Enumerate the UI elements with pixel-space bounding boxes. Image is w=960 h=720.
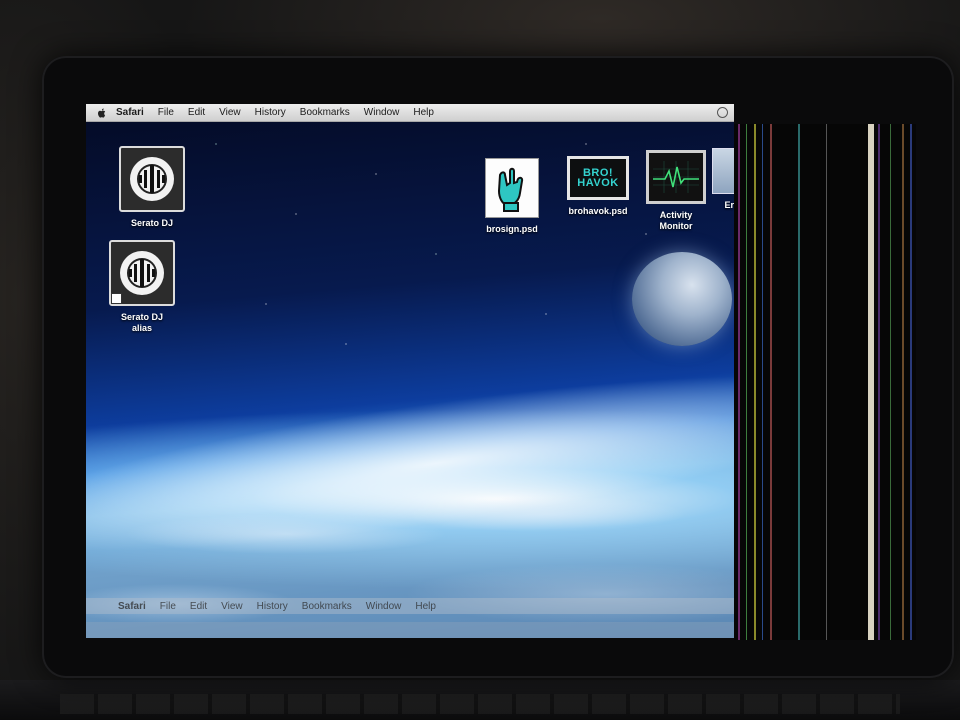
vertical-line-artifact (890, 124, 891, 640)
icon-label-line2: alias (131, 323, 153, 333)
serato-dj-alias-icon (109, 240, 175, 306)
vertical-line-artifact (762, 124, 763, 640)
desktop-screen: Safari File Edit View History Bookmarks … (86, 104, 734, 638)
desktop-icon-serato-dj-alias[interactable]: Serato DJ alias (94, 240, 190, 334)
ghost-menu-bar-artifact: Safari File Edit View History Bookmarks … (86, 598, 734, 614)
moon-image (632, 252, 732, 346)
ghost-menu-bookmarks: Bookmarks (301, 600, 352, 612)
menu-app-name[interactable]: Safari (116, 107, 144, 118)
icon-label: Er (724, 200, 734, 210)
vertical-line-artifact (826, 124, 827, 640)
psd-file-icon (485, 158, 539, 218)
psd-file-icon: BRO! HAVOK (567, 156, 629, 200)
menu-bookmarks[interactable]: Bookmarks (300, 107, 350, 118)
serato-dj-icon (119, 146, 185, 212)
ghost-menu-help: Help (415, 600, 436, 612)
ghost-menu-edit: Edit (189, 600, 208, 612)
icon-label: Serato DJ alias (94, 312, 190, 334)
vertical-line-artifact (902, 124, 904, 640)
menu-status-area (717, 107, 728, 118)
icon-label-line1: Activity (659, 210, 693, 220)
menu-help[interactable]: Help (413, 107, 434, 118)
laptop-keyboard (0, 680, 960, 720)
menu-window[interactable]: Window (364, 107, 400, 118)
broken-display-region (734, 124, 916, 640)
partial-icon (712, 148, 734, 194)
desktop-icon-partial[interactable]: Er (690, 148, 734, 211)
apple-menu-icon[interactable] (96, 107, 108, 119)
icon-label: brosign.psd (486, 224, 538, 234)
vertical-line-artifact (910, 124, 912, 640)
menu-edit[interactable]: Edit (188, 107, 205, 118)
menu-bar: Safari File Edit View History Bookmarks … (86, 104, 734, 122)
menu-history[interactable]: History (255, 107, 286, 118)
desktop-icon-serato-dj[interactable]: Serato DJ (104, 146, 200, 229)
ghost-menu-view: View (221, 600, 243, 612)
shaka-hand-icon (497, 167, 524, 212)
vertical-line-artifact (798, 124, 800, 640)
keyboard-keys (60, 694, 900, 714)
icon-label-line2: Monitor (659, 221, 693, 231)
vertical-line-artifact (770, 124, 772, 640)
havok-art-text: HAVOK (577, 177, 619, 189)
vertical-line-artifact (746, 124, 747, 640)
icon-label-line1: Serato DJ (120, 312, 164, 322)
vertical-line-artifact (868, 124, 874, 640)
ghost-strip-artifact (86, 622, 734, 638)
earth-clouds (86, 484, 734, 638)
menu-file[interactable]: File (158, 107, 174, 118)
icon-label: Activity Monitor (628, 210, 724, 232)
vertical-line-artifact (878, 124, 880, 640)
desktop-icon-brosign-psd[interactable]: brosign.psd (464, 158, 560, 235)
alias-arrow-icon (111, 293, 122, 304)
vertical-line-artifact (738, 124, 740, 640)
ghost-menu-app-name: Safari (118, 600, 146, 612)
vertical-line-artifact (754, 124, 756, 640)
icon-label: Serato DJ (130, 218, 174, 228)
time-machine-icon[interactable] (717, 107, 728, 118)
ghost-menu-history: History (256, 600, 288, 612)
ghost-menu-file: File (159, 600, 176, 612)
ghost-menu-window: Window (365, 600, 402, 612)
menu-view[interactable]: View (219, 107, 241, 118)
